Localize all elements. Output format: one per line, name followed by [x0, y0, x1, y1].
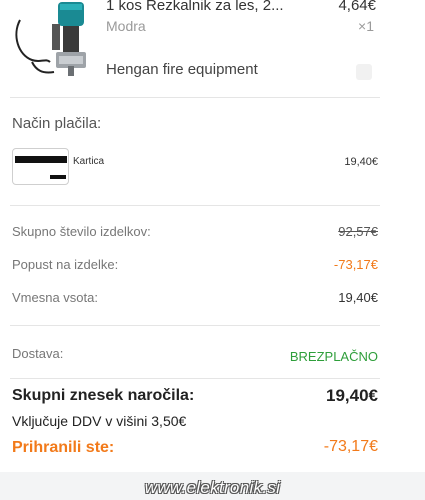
divider	[10, 325, 380, 326]
discount-value: -73,17€	[333, 257, 378, 272]
shipping-row: Dostava: BREZPLAČNO	[12, 346, 378, 364]
watermark: www.elektronik.si	[144, 478, 281, 497]
credit-card-icon	[12, 148, 69, 185]
divider	[10, 205, 380, 206]
side-margin	[390, 0, 425, 440]
divider	[10, 97, 380, 98]
items-total-label: Skupno število izdelkov:	[12, 224, 151, 239]
store-name[interactable]: Hengan fire equipment	[106, 61, 258, 78]
payment-amount: 19,40€	[344, 156, 378, 168]
product-variant: Modra	[106, 18, 146, 34]
product-item[interactable]: 1 kos Rezkalnik za les, 2... Modra 4,64€…	[10, 0, 382, 92]
product-thumbnail[interactable]	[10, 0, 96, 80]
subtotal-row: Vmesna vsota: 19,40€	[12, 290, 378, 305]
savings-value: -73,17€	[323, 438, 378, 455]
discount-row: Popust na izdelke: -73,17€	[12, 257, 378, 272]
payment-method-row[interactable]: Kartica 19,40€	[12, 148, 380, 186]
discount-label: Popust na izdelke:	[12, 257, 119, 272]
product-price: 4,64€	[338, 0, 376, 14]
payment-method-title: Način plačila:	[12, 115, 102, 132]
items-total-row: Skupno število izdelkov: 92,57€	[12, 224, 378, 239]
savings-label: Prihranili ste:	[12, 439, 115, 456]
order-total-value: 19,40€	[326, 386, 378, 405]
items-total-value: 92,57€	[338, 224, 378, 239]
product-checkbox[interactable]	[356, 64, 372, 80]
order-total-label: Skupni znesek naročila:	[12, 387, 195, 404]
shipping-label: Dostava:	[12, 346, 64, 361]
product-title[interactable]: 1 kos Rezkalnik za les, 2...	[106, 0, 284, 14]
divider	[10, 378, 380, 379]
subtotal-label: Vmesna vsota:	[12, 290, 98, 305]
order-summary-card: 1 kos Rezkalnik za les, 2... Modra 4,64€…	[0, 0, 390, 472]
payment-method-label: Kartica	[73, 156, 105, 167]
product-quantity: ×1	[358, 18, 374, 34]
wood-router-image	[15, 2, 86, 76]
shipping-value: BREZPLAČNO	[289, 349, 378, 364]
vat-info: Vključuje DDV v višini 3,50€	[12, 413, 187, 429]
subtotal-value: 19,40€	[338, 290, 378, 305]
